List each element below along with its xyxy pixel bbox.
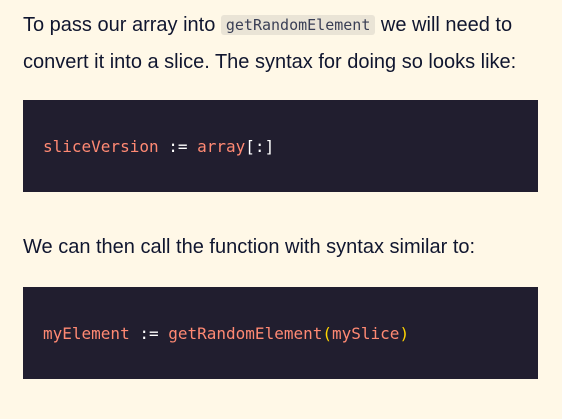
paragraph-call-function: We can then call the function with synta… — [23, 236, 476, 258]
paragraph-intro-text-before: To pass our array into — [23, 14, 221, 36]
code-slice-expression: [:] — [245, 136, 275, 156]
lesson-content: To pass our array into getRandomElement … — [23, 0, 538, 379]
code-argument: mySlice — [332, 323, 400, 343]
code-block-function-call: myElement := getRandomElement(mySlice) — [23, 287, 538, 379]
code-close-paren: ) — [399, 323, 410, 343]
code-variable: myElement — [43, 323, 130, 343]
inline-code-function-name: getRandomElement — [220, 15, 376, 35]
code-open-paren: ( — [322, 323, 332, 343]
paragraph-intro: To pass our array into getRandomElement … — [23, 0, 538, 80]
code-function-name: getRandomElement — [168, 323, 323, 343]
code-value: array — [197, 136, 246, 156]
code-variable: sliceVersion — [43, 136, 159, 156]
code-block-slice-conversion: sliceVersion := array [:] — [23, 100, 538, 192]
code-operator: := — [158, 136, 198, 156]
code-operator: := — [129, 323, 169, 343]
